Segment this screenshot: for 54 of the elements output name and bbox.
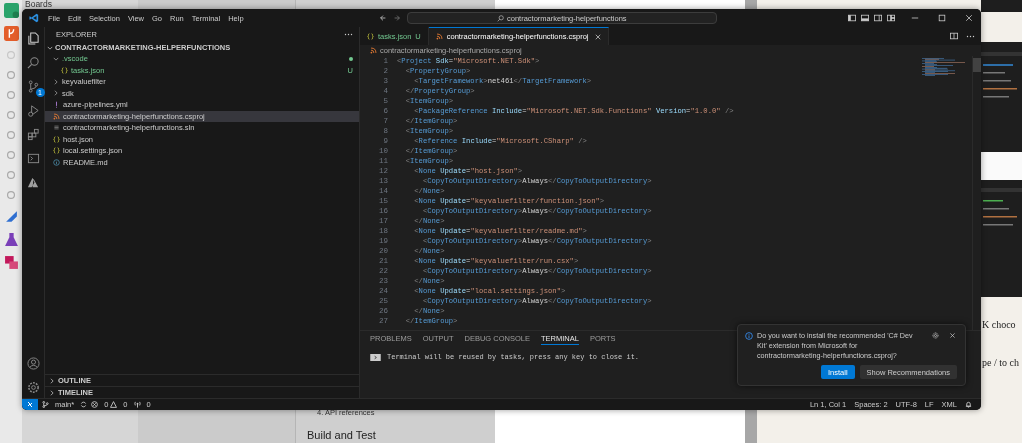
- back-arrow-icon[interactable]: [378, 14, 387, 22]
- azure-icon[interactable]: [26, 176, 40, 189]
- braces-icon: [61, 66, 68, 74]
- lines-icon: [53, 124, 60, 132]
- search-icon[interactable]: [26, 56, 40, 69]
- logo-icon[interactable]: [3, 3, 19, 18]
- minimize-icon[interactable]: [911, 14, 919, 22]
- rss-icon: [435, 33, 443, 40]
- search-icon: [496, 14, 504, 22]
- split-editor-icon[interactable]: [950, 32, 958, 40]
- layout-grid-icon[interactable]: [887, 14, 895, 22]
- sync-icon[interactable]: [80, 401, 88, 408]
- braces-icon: [367, 32, 374, 40]
- braces-icon: [53, 135, 60, 143]
- task-icon: [370, 353, 381, 361]
- settings-icon[interactable]: [26, 381, 40, 394]
- scrollbar-thumb[interactable]: [973, 58, 981, 72]
- rss-icon: [370, 47, 377, 54]
- maximize-icon[interactable]: [938, 14, 946, 22]
- page-background: [981, 152, 1022, 180]
- split-layout-icon[interactable]: [874, 14, 882, 22]
- terminal-icon[interactable]: [26, 152, 40, 165]
- run-debug-icon[interactable]: [26, 104, 40, 117]
- dot-icon: [349, 56, 353, 61]
- error-icon: [91, 401, 99, 408]
- antenna-icon: [133, 401, 141, 408]
- artifacts-icon[interactable]: [3, 255, 19, 270]
- braces-icon: [53, 147, 60, 155]
- extensions-icon[interactable]: [26, 128, 40, 141]
- info-icon: [745, 332, 753, 340]
- sidebar-toggle-icon[interactable]: [848, 14, 856, 22]
- files-icon[interactable]: [26, 32, 40, 45]
- flask-icon[interactable]: [3, 232, 19, 247]
- account-icon[interactable]: [26, 357, 40, 370]
- close-icon[interactable]: [949, 332, 956, 339]
- warning-icon: [110, 401, 118, 408]
- toolbar-strip: [981, 0, 1022, 12]
- panel-toggle-icon[interactable]: [861, 14, 869, 22]
- section-heading: Build and Test: [307, 429, 377, 442]
- rss-icon: [53, 112, 60, 120]
- exclamation-icon: [53, 101, 60, 109]
- settings-icon[interactable]: [932, 332, 939, 339]
- close-icon[interactable]: [965, 14, 973, 22]
- nav-label[interactable]: Boards: [22, 0, 138, 9]
- repo-icon[interactable]: [3, 26, 19, 41]
- bell-icon[interactable]: [965, 401, 972, 408]
- app-logo-icon: [29, 13, 39, 23]
- remote-icon[interactable]: [22, 399, 38, 410]
- page-text: pe / to ch: [982, 357, 1020, 369]
- close-icon[interactable]: [594, 33, 601, 40]
- source-control-icon[interactable]: [26, 80, 40, 93]
- branch-icon: [42, 401, 49, 408]
- page-text: K choco: [982, 319, 1017, 331]
- info-icon: [53, 158, 60, 166]
